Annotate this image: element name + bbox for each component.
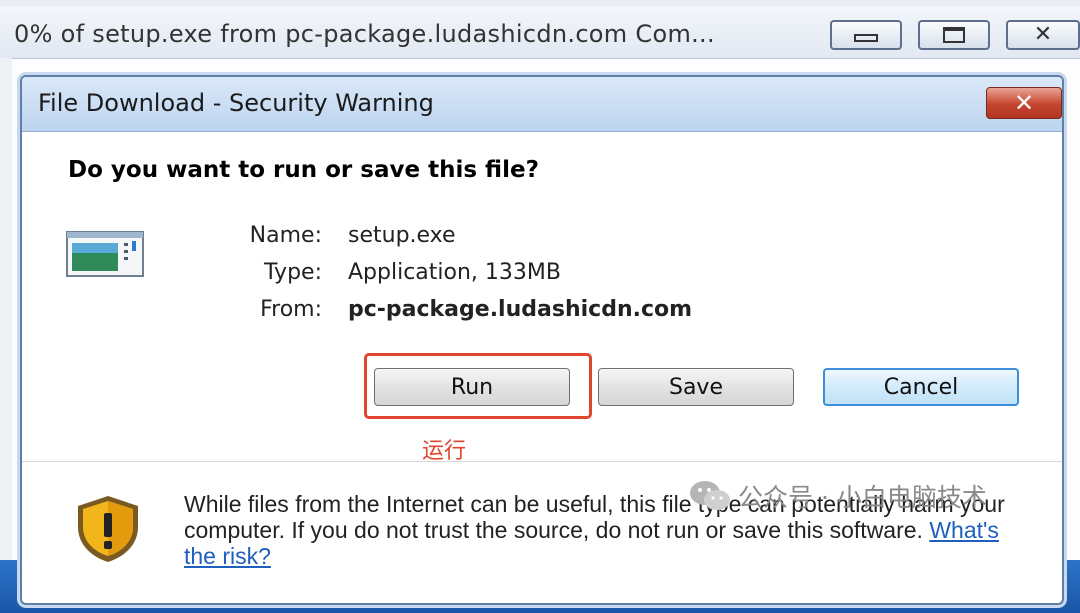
progress-window-title: 0% of setup.exe from pc-package.ludashic… (14, 20, 715, 48)
dialog-title: File Download - Security Warning (38, 89, 434, 117)
minimize-button[interactable] (830, 20, 902, 50)
progress-window-titlebar: 0% of setup.exe from pc-package.ludashic… (0, 6, 1080, 59)
application-file-icon (66, 231, 144, 277)
watermark: 公众号 · 小白电脑技术 (688, 478, 987, 514)
maximize-button[interactable] (918, 20, 990, 50)
dialog-close-button[interactable]: ✕ (986, 87, 1062, 119)
name-value: setup.exe (348, 223, 456, 248)
maximize-icon (943, 27, 965, 43)
type-label: Type: (264, 260, 322, 285)
from-label: From: (260, 297, 322, 322)
window-left-edge (0, 58, 12, 560)
security-warning-dialog: File Download - Security Warning ✕ Do yo… (20, 75, 1064, 605)
close-icon: ✕ (1013, 89, 1035, 117)
minimize-icon (854, 34, 878, 42)
wechat-icon (690, 481, 730, 510)
save-button[interactable]: Save (598, 368, 794, 406)
name-label: Name: (249, 223, 322, 248)
type-value: Application, 133MB (348, 260, 561, 285)
security-shield-icon (78, 496, 138, 562)
run-button[interactable]: Run (374, 368, 570, 406)
dialog-titlebar: File Download - Security Warning ✕ (22, 77, 1062, 132)
from-value: pc-package.ludashicdn.com (348, 297, 693, 322)
close-icon: ✕ (1033, 22, 1053, 47)
cancel-button[interactable]: Cancel (823, 368, 1019, 406)
watermark-text: 公众号 · 小白电脑技术 (738, 483, 987, 512)
dialog-divider (22, 461, 1062, 462)
dialog-question: Do you want to run or save this file? (68, 157, 539, 183)
progress-close-button[interactable]: ✕ (1006, 20, 1080, 50)
